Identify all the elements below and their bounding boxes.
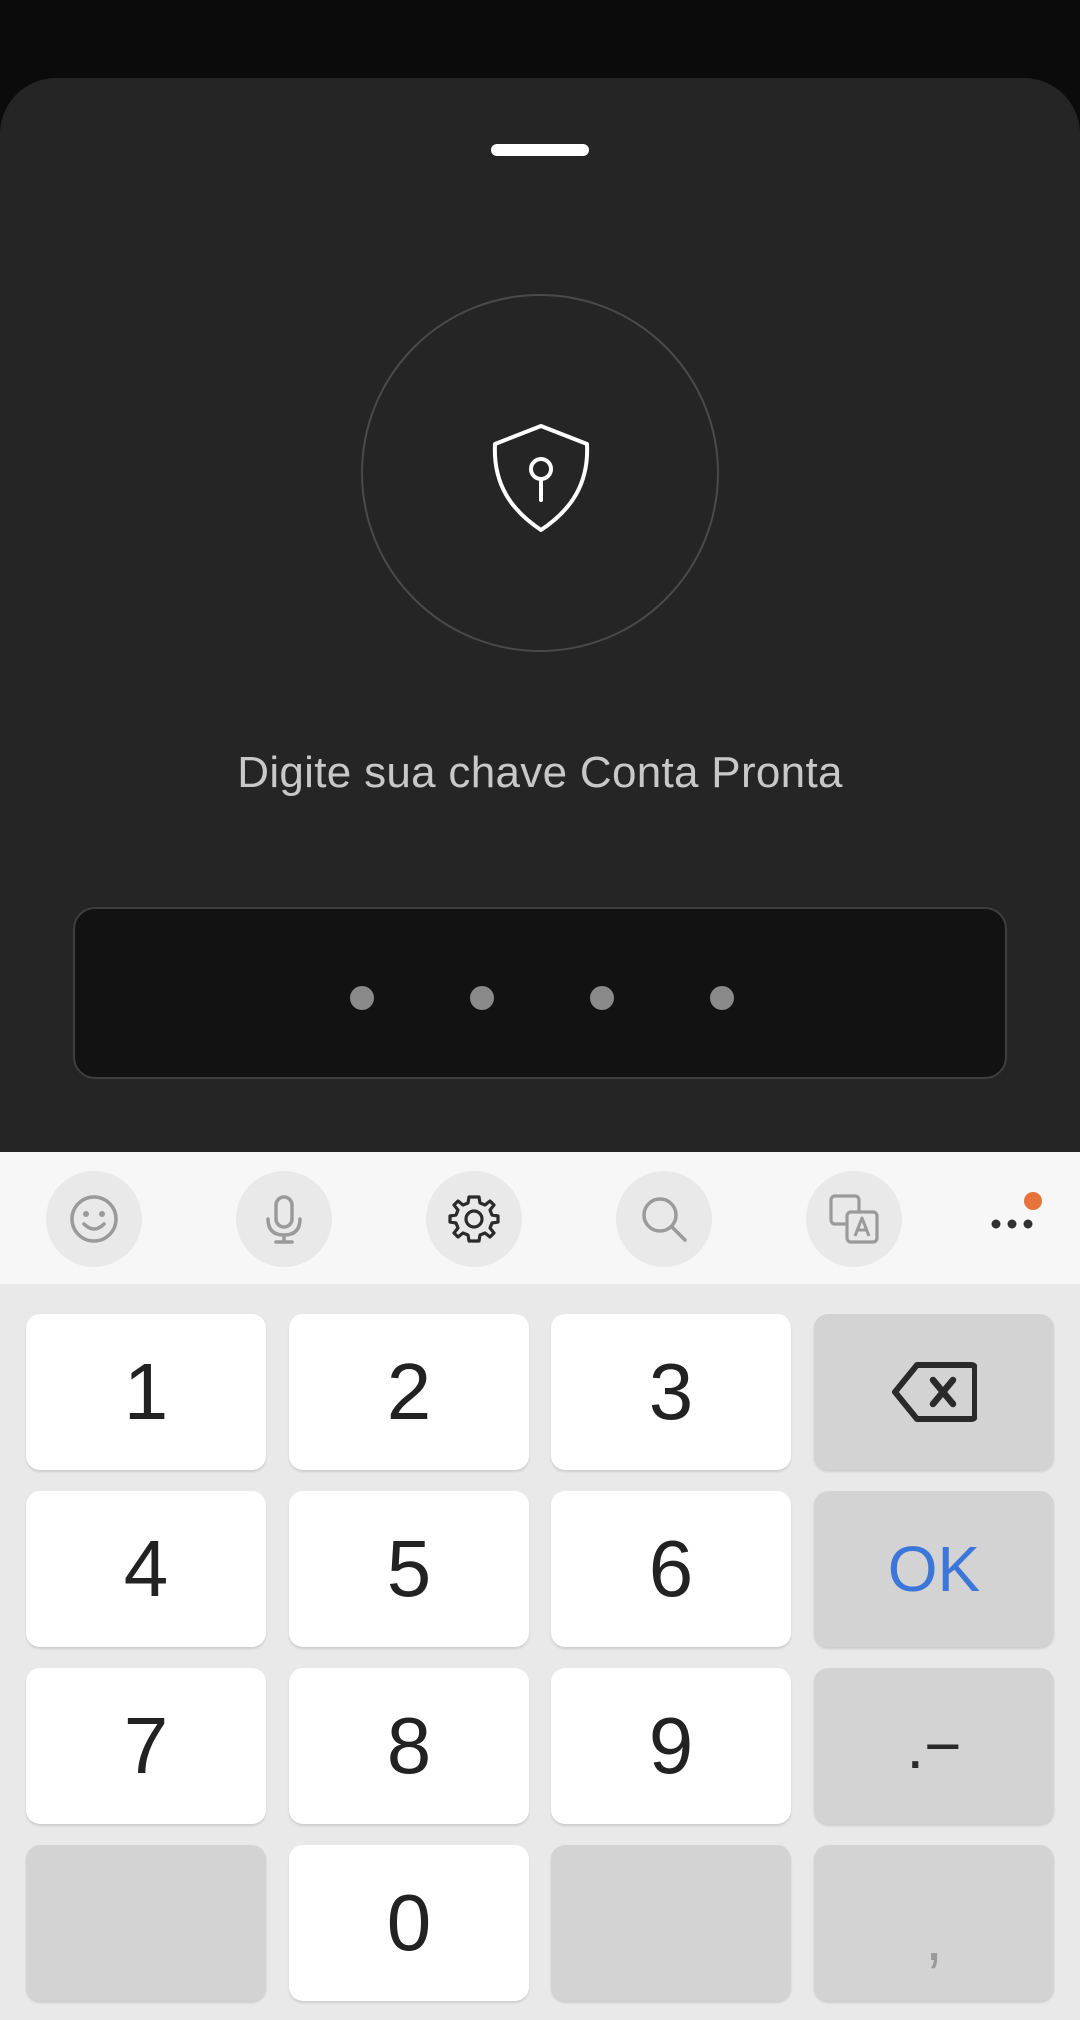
emoji-icon [70,1195,118,1243]
key-2[interactable]: 2 [289,1314,529,1470]
key-5[interactable]: 5 [289,1491,529,1647]
pin-dot [350,986,374,1010]
emoji-button[interactable] [46,1171,142,1267]
search-icon [642,1197,687,1242]
pin-dot [710,986,734,1010]
backspace-key[interactable] [814,1314,1054,1470]
keyboard-settings-button[interactable] [426,1171,522,1267]
ok-key[interactable]: OK [814,1491,1054,1647]
shield-lock-icon [492,424,590,532]
key-9[interactable]: 9 [551,1668,791,1824]
pin-prompt: Digite sua chave Conta Pronta [237,748,843,797]
settings-icon [448,1195,500,1243]
key-3[interactable]: 3 [551,1314,791,1470]
sheet-drag-handle[interactable] [491,144,589,156]
pin-input[interactable] [73,907,1007,1079]
translate-button[interactable] [806,1171,902,1267]
notification-dot [1024,1192,1042,1210]
keyboard-toolbar [0,1152,1080,1284]
key-7[interactable]: 7 [26,1668,266,1824]
more-icon [991,1219,1033,1229]
blank-key-left [26,1845,266,2001]
translate-icon [829,1194,879,1244]
search-button[interactable] [616,1171,712,1267]
key-0[interactable]: 0 [289,1845,529,2001]
numeric-keypad: 1 2 3 4 5 6 OK 7 8 9 .− 0 , [0,1284,1080,2020]
pin-dot [470,986,494,1010]
bottom-sheet: Digite sua chave Conta Pronta [0,78,1080,1152]
key-6[interactable]: 6 [551,1491,791,1647]
key-4[interactable]: 4 [26,1491,266,1647]
comma-key[interactable]: , [814,1845,1054,2001]
blank-key-right [551,1845,791,2001]
security-icon-circle [361,294,719,652]
key-8[interactable]: 8 [289,1668,529,1824]
backspace-icon [892,1362,977,1422]
punctuation-key[interactable]: .− [814,1668,1054,1824]
voice-input-button[interactable] [236,1171,332,1267]
microphone-icon [266,1195,302,1244]
pin-dot [590,986,614,1010]
more-options-button[interactable] [984,1192,1054,1252]
key-1[interactable]: 1 [26,1314,266,1470]
